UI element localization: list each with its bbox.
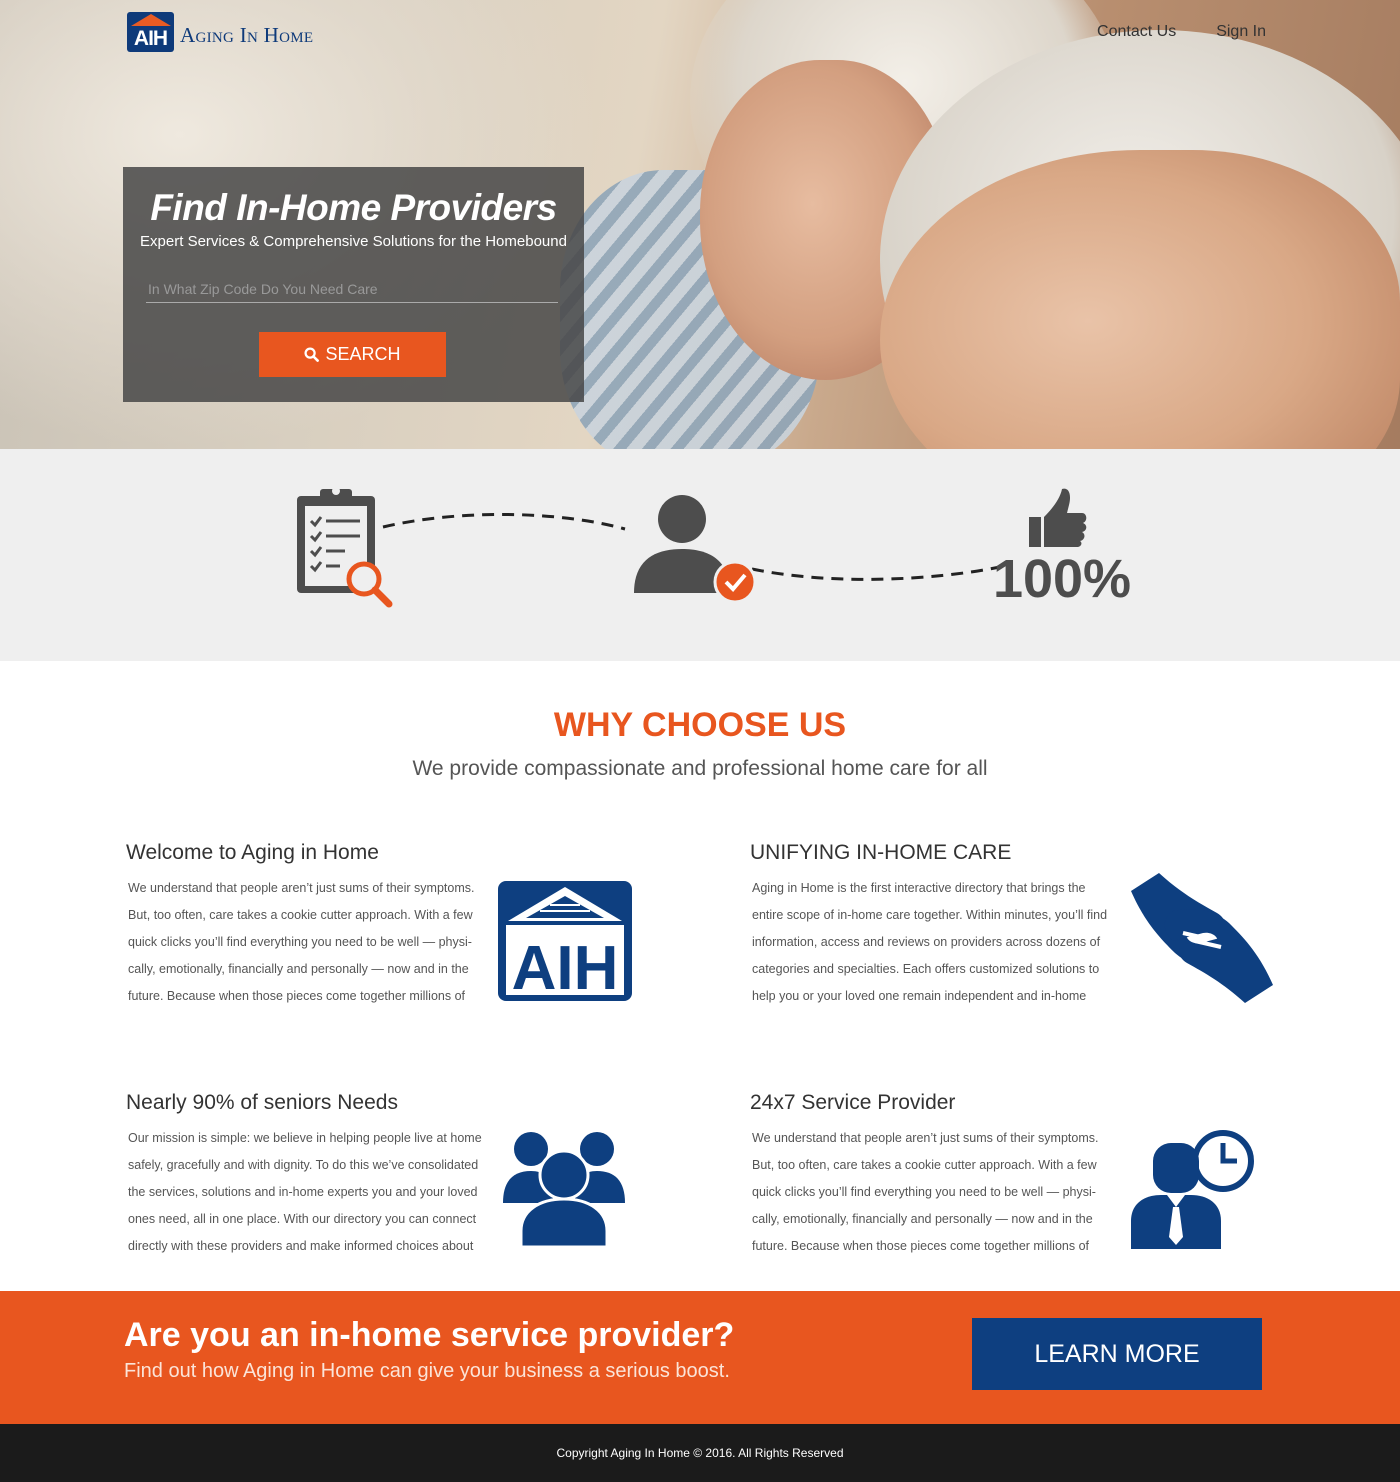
aih-logo-text: AIH [512,934,619,1001]
feature-title: 24x7 Service Provider [750,1091,956,1114]
feature-welcome: Welcome to Aging in Home We understand t… [126,841,488,1010]
site-footer: Copyright Aging In Home © 2016. All Righ… [0,1424,1400,1482]
thumbs-up-icon [1029,488,1087,547]
connector-line-2 [751,565,1001,581]
site-logo[interactable]: AIH Aging In Home [127,12,313,52]
search-panel-subtitle: Expert Services & Comprehensive Solution… [140,233,567,250]
top-nav: Contact Us Sign In [1097,23,1266,41]
search-button[interactable]: SEARCH [259,332,446,377]
aih-logo-icon: AIH [498,881,632,1006]
nav-sign-in[interactable]: Sign In [1216,23,1266,41]
copyright-text: Copyright Aging In Home © 2016. All Righ… [556,1446,844,1460]
cta-title: Are you an in-home service provider? [124,1316,735,1354]
satisfaction-percent: 100% [993,549,1131,609]
feature-text: Aging in Home is the first interactive d… [752,881,1108,1003]
verified-user-icon [634,495,757,604]
feature-text: Our mission is simple: we believe in hel… [128,1131,482,1253]
why-choose-us-subtitle: We provide compassionate and professiona… [412,757,988,780]
logo-badge: AIH [127,12,174,52]
feature-text: We understand that people aren’t just su… [128,881,475,1003]
feature-unifying-care: UNIFYING IN-HOME CARE Aging in Home is t… [750,841,1112,1010]
clipboard-search-icon [297,487,393,608]
roof-icon [131,14,171,26]
businessman-clock-icon [1131,1129,1255,1254]
cta-subtitle: Find out how Aging in Home can give your… [124,1360,730,1382]
zip-code-input[interactable] [146,275,558,303]
learn-more-button[interactable]: LEARN MORE [972,1318,1262,1390]
group-people-icon [503,1131,625,1252]
search-icon [304,347,320,362]
feature-24x7-service: 24x7 Service Provider We understand that… [750,1091,1112,1260]
search-button-label: SEARCH [325,344,401,364]
how-it-works-band: 100% [0,449,1400,661]
feature-title: Nearly 90% of seniors Needs [126,1091,398,1114]
provider-cta-band: Are you an in-home service provider? Fin… [0,1291,1400,1424]
nav-contact-us[interactable]: Contact Us [1097,23,1176,41]
provider-search-panel: Find In-Home Providers Expert Services &… [123,167,584,402]
logo-wordmark: Aging In Home [180,22,314,47]
helping-hands-icon [1131,873,1273,1008]
hero-banner: AIH Aging In Home Contact Us Sign In Fin… [0,0,1400,449]
logo-badge-text: AIH [133,27,168,50]
search-panel-title: Find In-Home Providers [150,187,557,228]
feature-text: We understand that people aren’t just su… [752,1131,1099,1253]
why-choose-us-heading: WHY CHOOSE US [553,706,847,744]
connector-line-1 [382,513,626,531]
how-it-works-graphic: 100% [297,487,1131,609]
feature-seniors-needs: Nearly 90% of seniors Needs Our mission … [126,1091,488,1260]
feature-title: Welcome to Aging in Home [126,841,379,864]
feature-title: UNIFYING IN-HOME CARE [750,841,1012,864]
